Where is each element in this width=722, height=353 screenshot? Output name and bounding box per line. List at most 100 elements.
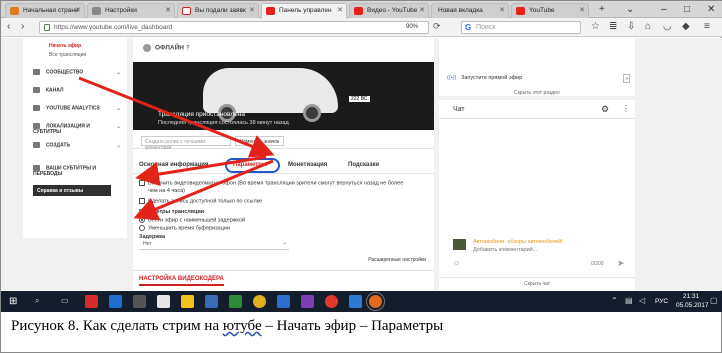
chevron-down-icon[interactable]: ⌄ bbox=[116, 123, 121, 130]
clock-date[interactable]: 05.05.2017 bbox=[676, 302, 709, 309]
reading-list-icon[interactable]: ≣ bbox=[609, 21, 617, 33]
dvr-checkbox[interactable] bbox=[139, 180, 145, 186]
tab-basic-info[interactable]: Основная информация bbox=[139, 162, 208, 168]
sidebar-item-localization[interactable]: Локализация и субтитры bbox=[33, 123, 103, 135]
sidebar-item-broadcasts[interactable]: Все трансляции bbox=[49, 52, 86, 58]
network-icon[interactable]: ▤ bbox=[625, 296, 633, 305]
help-feedback-button[interactable]: Справка и отзывы bbox=[33, 185, 111, 196]
start-live-label[interactable]: Запустите прямой эфир bbox=[461, 75, 522, 81]
download-icon[interactable]: ⇩ bbox=[627, 21, 635, 33]
chat-panel: Чат ⚙ ⋮ Автомобили, обзоры автомобилей! … bbox=[439, 100, 635, 290]
encoder-settings-section[interactable]: НАСТРОЙКА ВИДЕОКОДЕРА bbox=[133, 270, 434, 290]
notifications-icon[interactable]: ▢ bbox=[710, 296, 718, 305]
sidebar-item-start-stream[interactable]: Начать эфир bbox=[49, 43, 81, 49]
maximize-icon[interactable]: □ bbox=[684, 3, 690, 16]
sidebar-item-channel[interactable]: Канал bbox=[33, 87, 63, 93]
latency-buffer-radio-row[interactable]: Уменьшить время буферизации bbox=[139, 225, 230, 231]
opera-icon[interactable] bbox=[325, 295, 338, 308]
hide-section-link[interactable]: Скрыть этот раздел bbox=[514, 90, 560, 96]
back-icon[interactable]: ‹ bbox=[7, 21, 10, 33]
browser-tab-settings[interactable]: Настройки ✕ bbox=[87, 3, 175, 18]
browser-tab-new[interactable]: Новая вкладка ✕ bbox=[431, 3, 509, 18]
close-icon[interactable]: ✕ bbox=[165, 6, 171, 14]
pocket-icon[interactable]: ◡ bbox=[663, 21, 672, 33]
chevron-down-icon[interactable]: ⌄ bbox=[116, 105, 121, 112]
browser-tab-gmail[interactable]: Вы подали заявк ✕ bbox=[177, 3, 259, 18]
hide-chat-button[interactable]: Скрыть чат bbox=[439, 277, 635, 287]
task-view-icon[interactable]: ▭ bbox=[61, 296, 69, 305]
tab-monetization[interactable]: Монетизация bbox=[288, 162, 327, 168]
chat-author: Автомобили, обзоры автомобилей! bbox=[473, 239, 563, 245]
folder-icon[interactable] bbox=[181, 295, 194, 308]
star-icon[interactable]: ☆ bbox=[591, 21, 600, 33]
sidebar-item-create[interactable]: Создать bbox=[33, 142, 70, 148]
latency-low-radio[interactable] bbox=[139, 217, 145, 223]
word-icon[interactable] bbox=[349, 295, 362, 308]
forward-icon[interactable]: › bbox=[21, 21, 24, 33]
amazon-icon[interactable] bbox=[157, 295, 170, 308]
unlisted-checkbox[interactable] bbox=[139, 198, 145, 204]
tray-up-icon[interactable]: ⌃ bbox=[611, 296, 618, 305]
advanced-settings-link[interactable]: Расширенные настройки bbox=[368, 257, 426, 263]
emoji-icon[interactable]: ☺ bbox=[453, 260, 460, 267]
browser-tab-videos[interactable]: Видео - YouTube ✕ bbox=[349, 3, 429, 18]
address-bar[interactable]: https://www.youtube.com/live_dashboard bbox=[39, 21, 429, 34]
onenote-icon[interactable] bbox=[301, 295, 314, 308]
edge-icon[interactable] bbox=[109, 295, 122, 308]
close-icon[interactable]: ✕ bbox=[499, 6, 505, 14]
close-icon[interactable]: ✕ bbox=[337, 6, 343, 14]
tab-cards[interactable]: Подсказки bbox=[348, 162, 379, 168]
windows-start-icon[interactable]: ⊞ bbox=[9, 296, 17, 307]
chevron-down-icon[interactable]: ⌄ bbox=[116, 142, 121, 149]
close-icon[interactable]: ✕ bbox=[75, 6, 81, 14]
close-icon[interactable]: ✕ bbox=[249, 6, 255, 14]
sidebar-item-analytics[interactable]: YouTube Analytics bbox=[33, 105, 100, 111]
chevron-down-icon[interactable]: ⌄ bbox=[116, 69, 121, 76]
delay-select[interactable]: Нет ⌄ bbox=[139, 240, 289, 250]
highlight-clip-input[interactable]: Создать ролик с лучшими моментами bbox=[141, 136, 231, 151]
help-icon[interactable]: ? bbox=[186, 45, 190, 52]
zoom-level[interactable]: 90% bbox=[401, 21, 423, 34]
store-icon[interactable] bbox=[133, 295, 146, 308]
latency-buffer-label: Уменьшить время буферизации bbox=[148, 225, 231, 232]
chevron-down-icon[interactable]: ⌄ bbox=[626, 3, 634, 16]
reload-icon[interactable]: ⟳ bbox=[433, 21, 441, 32]
expand-icon[interactable]: ↗ bbox=[623, 74, 631, 83]
sidebar-item-label: Создать bbox=[46, 142, 71, 149]
photos-icon[interactable] bbox=[205, 295, 218, 308]
clock-time[interactable]: 21:31 bbox=[676, 293, 706, 300]
app-icon[interactable] bbox=[277, 295, 290, 308]
volume-icon[interactable]: ◁ bbox=[639, 296, 645, 305]
search-input[interactable]: G Поиск bbox=[461, 21, 581, 34]
gear-icon[interactable]: ⚙ bbox=[601, 104, 609, 115]
menu-icon[interactable]: ≡ bbox=[704, 21, 710, 33]
browser-tab-youtube[interactable]: YouTube ✕ bbox=[511, 3, 589, 18]
latency-buffer-radio[interactable] bbox=[139, 225, 145, 231]
close-icon[interactable]: ✕ bbox=[419, 6, 425, 14]
sidebar-item-subtitles[interactable]: Ваши субтитры и переводы bbox=[33, 165, 113, 177]
minimize-icon[interactable]: – bbox=[661, 3, 667, 16]
send-icon[interactable]: ➤ bbox=[617, 258, 625, 269]
tab-label: Новая вкладка bbox=[438, 7, 483, 14]
media-icon[interactable] bbox=[229, 295, 242, 308]
extension-icon[interactable]: ◆ bbox=[682, 21, 690, 33]
close-icon[interactable]: ✕ bbox=[579, 6, 585, 14]
sidebar-item-community[interactable]: Сообщество bbox=[33, 69, 83, 75]
firefox-icon[interactable] bbox=[366, 292, 385, 311]
close-window-icon[interactable]: ✕ bbox=[707, 3, 715, 16]
chat-input[interactable]: Добавить комментарий... bbox=[473, 247, 537, 253]
yandex-icon[interactable] bbox=[85, 295, 98, 308]
home-icon[interactable]: ⌂ bbox=[645, 21, 651, 33]
more-vert-icon[interactable]: ⋮ bbox=[622, 104, 630, 113]
language-indicator[interactable]: РУС bbox=[655, 298, 668, 305]
latency-low-radio-row[interactable]: Вести эфир с наименьшей задержкой bbox=[139, 217, 245, 223]
chrome-icon[interactable] bbox=[253, 295, 266, 308]
new-tab-icon[interactable]: + bbox=[599, 3, 605, 16]
browser-tab-dashboard[interactable]: Панель управлен ✕ bbox=[261, 3, 347, 18]
search-icon[interactable]: ⌕ bbox=[35, 296, 39, 306]
dvr-checkbox-row[interactable]: Включить видеовидеомагнитофон (Во время … bbox=[139, 180, 403, 186]
figure-caption: Рисунок 8. Как сделать стрим на ютубе – … bbox=[11, 318, 443, 335]
browser-tab-home[interactable]: Начальная страни ✕ bbox=[5, 3, 85, 18]
unlisted-checkbox-row[interactable]: Сделать запись доступной только по ссылк… bbox=[139, 198, 262, 204]
change-thumbnail-button[interactable]: Изменить значок bbox=[235, 136, 285, 146]
